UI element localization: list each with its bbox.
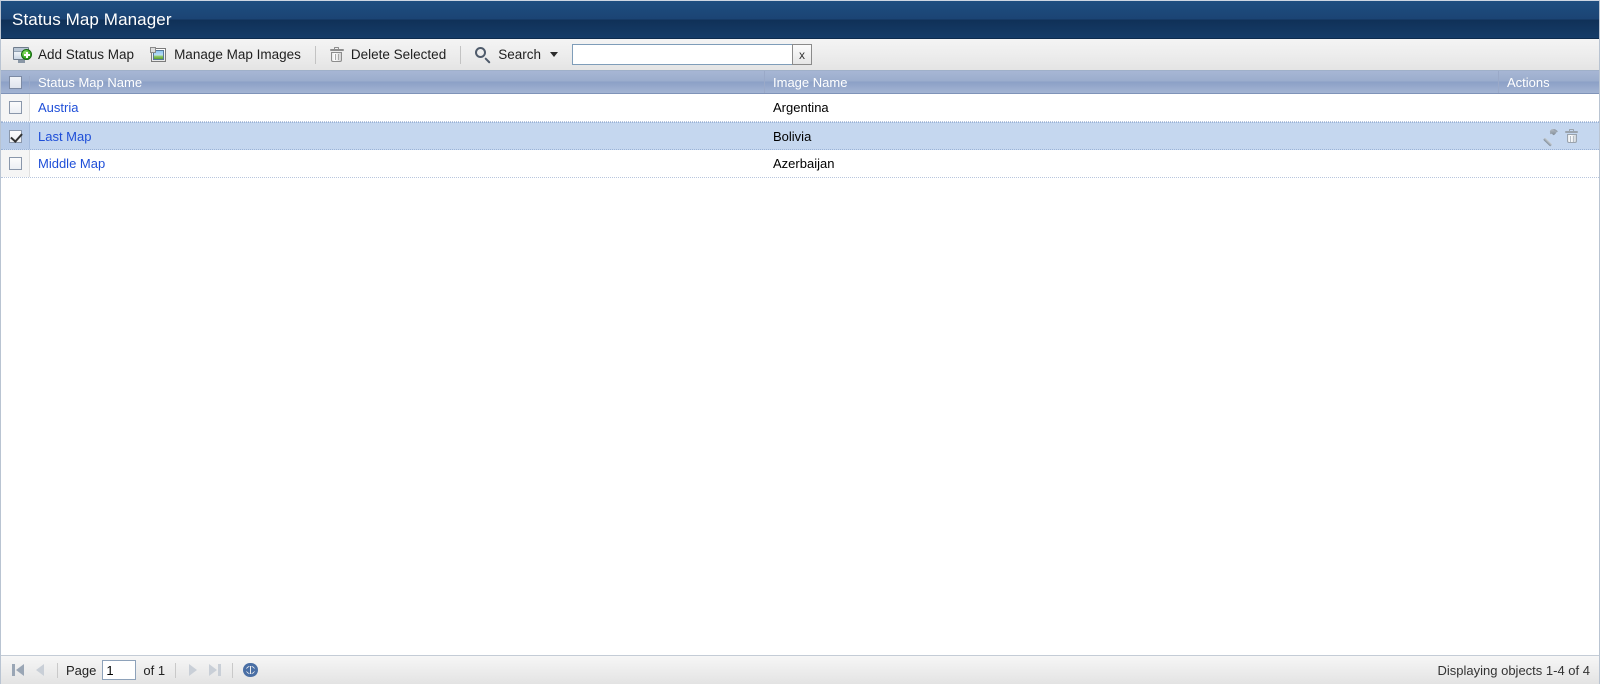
status-map-name-link[interactable]: Last Map <box>38 129 91 144</box>
next-page-icon <box>189 664 198 676</box>
row-checkbox[interactable] <box>8 157 22 170</box>
table-row[interactable]: Austria Argentina <box>1 94 1599 122</box>
delete-selected-button[interactable]: Delete Selected <box>322 42 454 68</box>
total-pages-label: of 1 <box>143 662 166 678</box>
manage-map-images-icon <box>150 46 167 63</box>
row-select-cell <box>1 123 30 149</box>
pager-divider-2 <box>175 662 177 678</box>
cell-status-map-name: Middle Map <box>30 150 765 177</box>
trash-icon <box>329 46 344 63</box>
cell-status-map-name: Last Map <box>30 123 765 149</box>
refresh-icon <box>242 662 259 678</box>
cell-image-name: Azerbaijan <box>765 150 1499 177</box>
image-name-text: Argentina <box>773 100 829 115</box>
search-clear-button[interactable]: x <box>791 44 812 65</box>
search-field-group: x <box>571 44 812 65</box>
select-all-cell <box>1 75 30 89</box>
row-select-cell <box>1 150 30 177</box>
page-number-input[interactable] <box>102 660 137 680</box>
cell-image-name: Argentina <box>765 94 1499 121</box>
first-page-button[interactable] <box>7 659 29 681</box>
cell-actions <box>1499 123 1599 149</box>
pager-divider-1 <box>57 662 58 678</box>
page-label: Page <box>66 662 97 678</box>
last-page-icon <box>209 664 221 676</box>
pagination-controls: Page of 1 <box>7 659 261 681</box>
cell-actions <box>1499 94 1599 121</box>
grid-header-row: Status Map Name Image Name Actions <box>1 71 1599 94</box>
status-map-name-link[interactable]: Austria <box>38 100 78 115</box>
select-all-checkbox[interactable] <box>8 75 22 89</box>
column-header-status-map-name[interactable]: Status Map Name <box>30 71 765 93</box>
cell-status-map-name: Austria <box>30 94 765 121</box>
toolbar-divider-2 <box>460 45 462 64</box>
first-page-icon <box>12 664 24 676</box>
wrench-icon[interactable] <box>1542 127 1560 147</box>
previous-page-icon <box>36 664 44 676</box>
trash-icon[interactable] <box>1565 128 1578 144</box>
image-name-text: Azerbaijan <box>773 156 835 171</box>
page-title: Status Map Manager <box>12 9 172 29</box>
pager-divider-3 <box>232 662 234 678</box>
row-checkbox[interactable] <box>8 101 22 114</box>
status-map-grid: Status Map Name Image Name Actions Austr… <box>1 71 1599 178</box>
add-status-map-label: Add Status Map <box>38 47 135 62</box>
column-header-image-name[interactable]: Image Name <box>765 71 1499 93</box>
manage-map-images-button[interactable]: Manage Map Images <box>142 42 309 68</box>
previous-page-button[interactable] <box>29 659 51 681</box>
search-label: Search <box>498 47 541 62</box>
row-checkbox[interactable] <box>8 129 22 143</box>
toolbar-divider-1 <box>314 45 316 64</box>
cell-actions <box>1499 150 1599 177</box>
refresh-button[interactable] <box>239 659 261 681</box>
status-map-name-link[interactable]: Middle Map <box>38 156 105 171</box>
search-menu-button[interactable]: Search <box>467 42 566 68</box>
toolbar: Add Status Map Manage Map Images Delete … <box>1 39 1599 71</box>
status-bar: Page of 1 Displaying objects 1-4 of 4 <box>1 655 1599 684</box>
window-title-bar: Status Map Manager <box>1 1 1599 39</box>
search-input[interactable] <box>571 44 792 65</box>
cell-image-name: Bolivia <box>765 123 1499 149</box>
chevron-down-icon <box>549 52 558 57</box>
displaying-objects-label: Displaying objects 1-4 of 4 <box>1437 662 1590 678</box>
column-header-actions: Actions <box>1507 74 1550 90</box>
table-row[interactable]: Middle Map Azerbaijan <box>1 150 1599 178</box>
row-select-cell <box>1 94 30 121</box>
last-page-button[interactable] <box>204 659 226 681</box>
manage-map-images-label: Manage Map Images <box>174 47 301 62</box>
delete-selected-label: Delete Selected <box>350 47 447 62</box>
image-name-text: Bolivia <box>773 128 812 144</box>
search-icon <box>475 46 491 64</box>
add-status-map-icon <box>13 46 32 63</box>
add-status-map-button[interactable]: Add Status Map <box>5 42 142 68</box>
next-page-button[interactable] <box>182 659 204 681</box>
table-row[interactable]: Last Map Bolivia <box>1 122 1599 150</box>
row-action-buttons <box>1507 127 1599 147</box>
status-map-manager-window: Status Map Manager Add Status Map Manage… <box>0 0 1600 684</box>
